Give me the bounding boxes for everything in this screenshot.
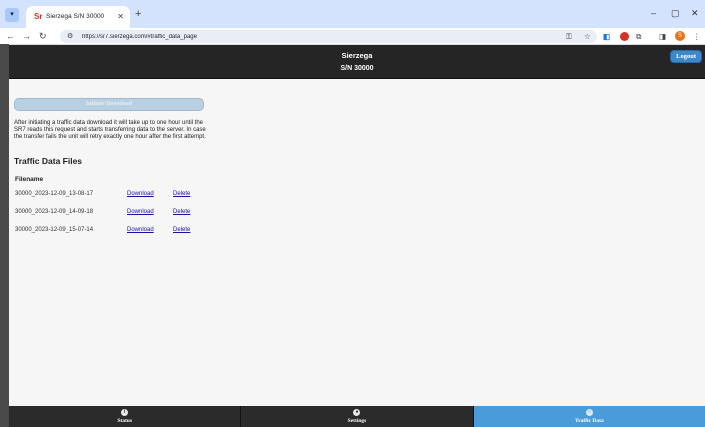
browser-tab[interactable]: Sr Sierzega S/N 30000 ✕ — [26, 6, 130, 28]
download-link[interactable]: Download — [127, 225, 154, 235]
back-icon[interactable]: ← — [6, 30, 15, 42]
app-header: Sierzega S/N 30000 Logout — [9, 45, 705, 79]
side-panel-icon[interactable]: ◨ — [659, 31, 666, 42]
table-row: 30000_2023-12-09_14-09-18 Download Delet… — [15, 207, 215, 217]
delete-link[interactable]: Delete — [173, 225, 190, 235]
filename-column-header: Filename — [15, 176, 44, 183]
browser-window: ▾ Sr Sierzega S/N 30000 ✕ + – ▢ ✕ ← → ↻ … — [0, 0, 705, 427]
nav-traffic-data[interactable]: ○ Traffic Data — [473, 406, 705, 427]
window-close-icon[interactable]: ✕ — [691, 7, 699, 19]
filename: 30000_2023-12-09_13-08-17 — [15, 191, 94, 197]
filename: 30000_2023-12-09_14-09-18 — [15, 209, 94, 215]
gear-icon: ● — [353, 409, 361, 416]
tab-close-icon[interactable]: ✕ — [117, 11, 124, 23]
password-key-icon[interactable]: ⚿ — [566, 31, 572, 42]
tab-title: Sierzega S/N 30000 — [46, 13, 105, 20]
minimize-icon[interactable]: – — [651, 7, 656, 19]
url-input[interactable] — [82, 31, 482, 42]
new-tab-icon[interactable]: + — [135, 8, 141, 20]
tab-strip: ▾ Sr Sierzega S/N 30000 ✕ + – ▢ ✕ — [0, 0, 705, 28]
download-link[interactable]: Download — [127, 189, 154, 199]
bookmark-star-icon[interactable]: ☆ — [584, 31, 591, 42]
forward-icon[interactable]: → — [22, 30, 31, 42]
nav-label: Settings — [347, 418, 367, 424]
nav-label: Traffic Data — [574, 418, 604, 424]
extension-red-icon[interactable] — [620, 32, 629, 41]
download-info-text: After initiating a traffic data download… — [14, 120, 206, 141]
maximize-icon[interactable]: ▢ — [671, 7, 680, 19]
nav-label: Status — [117, 418, 132, 424]
nav-status[interactable]: i Status — [9, 406, 242, 427]
extensions-puzzle-icon[interactable]: ⧉ — [636, 31, 641, 42]
serial-number: S/N 30000 — [340, 65, 374, 72]
table-row: 30000_2023-12-09_15-07-14 Download Delet… — [15, 225, 215, 235]
section-title: Traffic Data Files — [14, 156, 83, 166]
nav-settings[interactable]: ● Settings — [241, 406, 474, 427]
bottom-nav: i Status ● Settings ○ Traffic Data — [9, 406, 705, 427]
site-info-icon[interactable]: ⚙ — [67, 31, 73, 42]
left-edge — [0, 44, 9, 427]
delete-link[interactable]: Delete — [173, 189, 190, 199]
page-title: Sierzega — [341, 51, 373, 60]
browser-toolbar: ← → ↻ ⚙ ⚿ ☆ ◧ ⧉ ◨ S ⋮ — [0, 28, 705, 45]
address-bar[interactable]: ⚙ — [60, 30, 597, 43]
info-icon: i — [121, 409, 129, 416]
initiate-download-button[interactable]: Initiate Download — [14, 98, 204, 111]
table-row: 30000_2023-12-09_13-08-17 Download Delet… — [15, 189, 215, 199]
web-page: Sierzega S/N 30000 Logout Initiate Downl… — [9, 45, 705, 427]
tab-search-icon[interactable]: ▾ — [5, 8, 19, 22]
logout-button[interactable]: Logout — [670, 50, 702, 63]
delete-link[interactable]: Delete — [173, 207, 190, 217]
circle-icon: ○ — [585, 409, 593, 416]
main-content: Initiate Download After initiating a tra… — [9, 79, 705, 405]
browser-menu-icon[interactable]: ⋮ — [693, 31, 701, 42]
reload-icon[interactable]: ↻ — [39, 30, 47, 42]
filename: 30000_2023-12-09_15-07-14 — [15, 227, 94, 233]
extension-icon[interactable]: ◧ — [603, 31, 610, 42]
favicon-icon: Sr — [34, 12, 43, 21]
download-link[interactable]: Download — [127, 207, 154, 217]
profile-avatar[interactable]: S — [675, 31, 685, 41]
